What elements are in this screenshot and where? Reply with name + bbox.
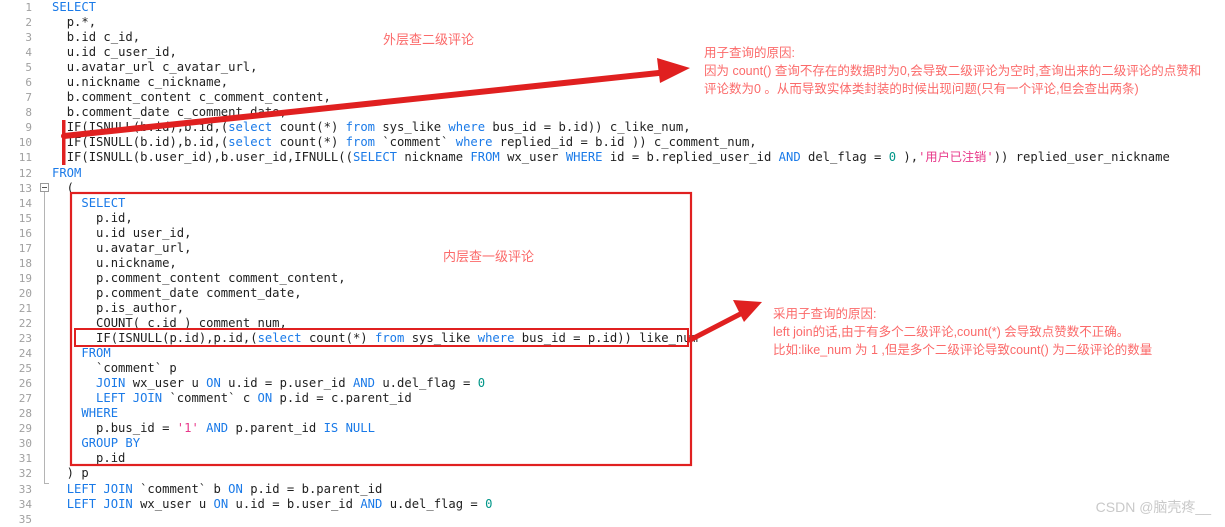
- callout-arrow-top: [61, 58, 690, 139]
- note-bottom-line2: 比如:like_num 为 1 ,但是多个二级评论导致count() 为二级评论…: [773, 343, 1153, 357]
- note-top-title: 用子查询的原因:: [704, 46, 795, 60]
- note-top-line1: 因为 count() 查询不存在的数据时为0,会导致二级评论为空时,查询出来的二…: [704, 64, 1202, 78]
- callout-arrow-bottom: [687, 300, 762, 343]
- line-marker-bar: [62, 120, 66, 165]
- like-num-line-highlight-box: [74, 328, 689, 347]
- note-top-line2: 评论数为0 。从而导致实体类封装的时候出现问题(只有一个评论,但会查出两条): [704, 82, 1139, 96]
- inner-query-label: 内层查一级评论: [443, 249, 535, 264]
- csdn-watermark: CSDN @脑壳疼__: [1095, 499, 1211, 515]
- sql-code-editor[interactable]: 1 2 3 4 5 6 7 8 9 10 11 12 13 14 15 16 17 18 19 20 21 22 23 24 2…: [0, 0, 1225, 526]
- outer-query-label: 外层查二级评论: [383, 32, 475, 47]
- note-bottom-title: 采用子查询的原因:: [773, 307, 877, 321]
- note-bottom-line1: left join的话,由于有多个二级评论,count(*) 会导致点赞数不正确…: [773, 325, 1130, 339]
